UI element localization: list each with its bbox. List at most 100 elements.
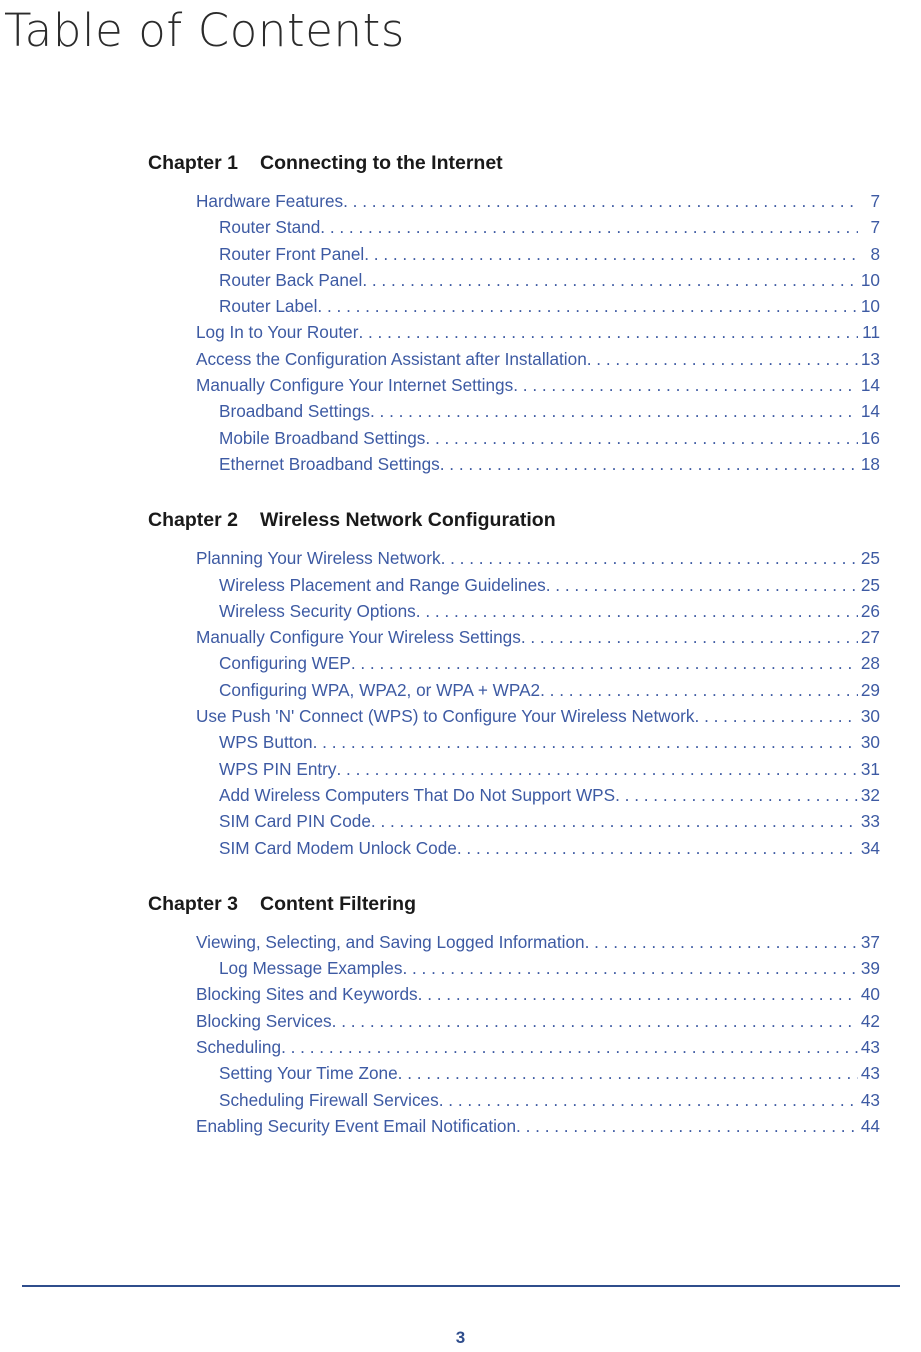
chapter-block: Chapter 3 Content Filtering Viewing, Selec…: [0, 891, 921, 1139]
toc-entry-title: Ethernet Broadband Settings: [219, 453, 440, 474]
toc-entry-title: Mobile Broadband Settings: [219, 427, 426, 448]
toc-entry-page-number: 37: [860, 931, 880, 952]
toc-entry[interactable]: WPS Button 30: [0, 729, 921, 755]
toc-entry-page-number: 42: [860, 1010, 880, 1031]
dot-leader: [351, 650, 858, 676]
toc-entry[interactable]: Blocking Sites and Keywords 40: [0, 981, 921, 1007]
toc-entry-title: Wireless Security Options: [219, 600, 416, 621]
toc-entry[interactable]: Configuring WPA, WPA2, or WPA + WPA2 29: [0, 677, 921, 703]
dot-leader: [313, 729, 858, 755]
dot-leader: [615, 782, 858, 808]
chapter-heading[interactable]: Chapter 3 Content Filtering: [148, 891, 921, 917]
toc-entry[interactable]: Broadband Settings 14: [0, 398, 921, 424]
toc-entry[interactable]: Setting Your Time Zone 43: [0, 1060, 921, 1086]
footer-page-number: 3: [455, 1328, 466, 1347]
dot-leader: [546, 572, 858, 598]
chapter-spacer: [0, 861, 921, 891]
toc-entry[interactable]: Mobile Broadband Settings 16: [0, 425, 921, 451]
chapter-heading[interactable]: Chapter 1 Connecting to the Internet: [148, 150, 921, 176]
dot-leader: [516, 1113, 858, 1139]
chapter-block: Chapter 1 Connecting to the Internet Hardw…: [0, 150, 921, 477]
dot-leader: [439, 1087, 858, 1113]
toc-entry-title: Configuring WEP: [219, 653, 351, 674]
dot-leader: [513, 372, 858, 398]
toc-entry-page-number: 44: [860, 1115, 880, 1136]
toc-entry[interactable]: Planning Your Wireless Network 25: [0, 545, 921, 571]
toc-entry[interactable]: Log Message Examples 39: [0, 955, 921, 981]
page-title: Table of Contents: [4, 4, 405, 57]
dot-leader: [441, 545, 858, 571]
toc-entry-page-number: 27: [860, 627, 880, 648]
toc-entry-page-number: 10: [860, 269, 880, 290]
dot-leader: [440, 451, 858, 477]
toc-entry-title: Blocking Sites and Keywords: [196, 984, 418, 1005]
toc-entry-title: Setting Your Time Zone: [219, 1063, 398, 1084]
toc-entry[interactable]: SIM Card Modem Unlock Code 34: [0, 835, 921, 861]
toc-entry[interactable]: Router Back Panel 10: [0, 267, 921, 293]
dot-leader: [402, 955, 858, 981]
dot-leader: [332, 1008, 858, 1034]
toc-entry-page-number: 30: [860, 706, 880, 727]
toc-entry-page-number: 30: [860, 732, 880, 753]
toc-entry-title: Add Wireless Computers That Do Not Suppo…: [219, 784, 616, 805]
toc-entry-title: Manually Configure Your Internet Setting…: [196, 375, 514, 396]
chapter-number: Chapter 3: [148, 892, 238, 915]
chapter-heading[interactable]: Chapter 2 Wireless Network Configuration: [148, 507, 921, 533]
dot-leader: [362, 267, 858, 293]
toc-entry-page-number: 25: [860, 574, 880, 595]
toc-entry-page-number: 14: [860, 375, 880, 396]
dot-leader: [416, 598, 858, 624]
toc-entry-page-number: 26: [860, 600, 880, 621]
toc-entry[interactable]: Scheduling 43: [0, 1034, 921, 1060]
dot-leader: [587, 346, 858, 372]
toc-entry[interactable]: Viewing, Selecting, and Saving Logged In…: [0, 929, 921, 955]
toc-entry-title: Broadband Settings: [219, 401, 370, 422]
toc-entry-page-number: 29: [860, 679, 880, 700]
toc-entry[interactable]: SIM Card PIN Code 33: [0, 808, 921, 834]
toc-entry-page-number: 14: [860, 401, 880, 422]
toc-entry-page-number: 7: [870, 191, 880, 211]
toc-entry[interactable]: Wireless Placement and Range Guidelines 2…: [0, 572, 921, 598]
toc-entry[interactable]: Manually Configure Your Internet Setting…: [0, 372, 921, 398]
toc-entry-title: Viewing, Selecting, and Saving Logged In…: [196, 931, 585, 952]
footer-divider: [22, 1285, 900, 1287]
toc-entry[interactable]: Manually Configure Your Wireless Setting…: [0, 624, 921, 650]
chapter-number: Chapter 2: [148, 509, 238, 532]
chapter-name: Wireless Network Configuration: [260, 509, 556, 532]
toc-entry-page-number: 32: [860, 784, 880, 805]
toc-entry[interactable]: Access the Configuration Assistant after…: [0, 346, 921, 372]
toc-entry[interactable]: Scheduling Firewall Services 43: [0, 1087, 921, 1113]
chapter-spacer: [0, 477, 921, 507]
toc-entry[interactable]: Blocking Services 42: [0, 1008, 921, 1034]
chapter-name: Connecting to the Internet: [260, 152, 503, 174]
toc-entry-title: SIM Card Modem Unlock Code: [219, 837, 457, 858]
dot-leader: [336, 756, 858, 782]
toc-entry[interactable]: Configuring WEP 28: [0, 650, 921, 676]
toc-entry[interactable]: Hardware Features 7: [0, 188, 921, 214]
toc-entry-page-number: 33: [860, 811, 880, 832]
toc-entry-title: Enabling Security Event Email Notificati…: [196, 1115, 517, 1136]
toc-entry-page-number: 39: [860, 958, 880, 979]
toc-entry-title: WPS PIN Entry: [219, 758, 337, 779]
toc-entry-page-number: 10: [860, 296, 880, 317]
dot-leader: [695, 703, 858, 729]
toc-entry[interactable]: WPS PIN Entry 31: [0, 756, 921, 782]
dot-leader: [371, 808, 858, 834]
toc-entry[interactable]: Add Wireless Computers That Do Not Suppo…: [0, 782, 921, 808]
chapter-name: Content Filtering: [260, 892, 416, 915]
toc-entry-title: Scheduling: [196, 1037, 282, 1058]
toc-entry-title: Hardware Features: [196, 191, 344, 211]
toc-entry-title: Planning Your Wireless Network: [196, 548, 441, 569]
toc-entry[interactable]: Router Front Panel 8: [0, 241, 921, 267]
toc-entry[interactable]: Enabling Security Event Email Notificati…: [0, 1113, 921, 1139]
toc-entry[interactable]: Router Stand 7: [0, 214, 921, 240]
toc-entry-title: Use Push 'N' Connect (WPS) to Configure …: [196, 706, 695, 727]
toc-entry-page-number: 18: [860, 453, 880, 474]
toc-entry[interactable]: Use Push 'N' Connect (WPS) to Configure …: [0, 703, 921, 729]
toc-entry-page-number: 34: [860, 837, 880, 858]
toc-entry[interactable]: Ethernet Broadband Settings 18: [0, 451, 921, 477]
toc-entry[interactable]: Wireless Security Options 26: [0, 598, 921, 624]
toc-entry[interactable]: Router Label 10: [0, 293, 921, 319]
toc-entry[interactable]: Log In to Your Router 11: [0, 319, 921, 345]
toc-entry-page-number: 43: [860, 1089, 880, 1110]
